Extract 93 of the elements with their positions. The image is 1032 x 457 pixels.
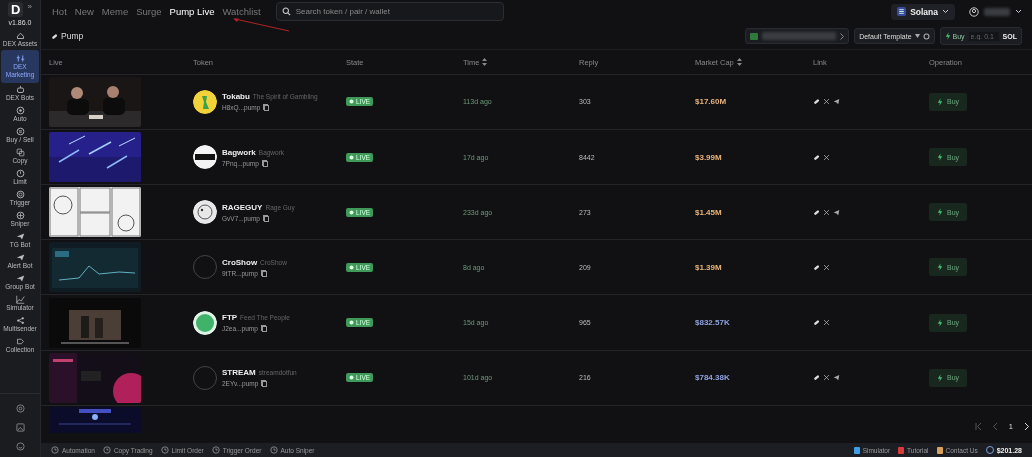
x-icon[interactable] xyxy=(823,153,830,161)
chevron-icon xyxy=(840,32,845,40)
copy-icon[interactable] xyxy=(261,380,268,388)
pill-icon[interactable] xyxy=(813,263,820,271)
copy-icon[interactable] xyxy=(261,159,268,167)
wallet-selector[interactable] xyxy=(745,28,850,45)
tag-icon xyxy=(15,337,25,346)
bolt-icon xyxy=(937,153,943,162)
x-icon[interactable] xyxy=(823,319,830,327)
copy-icon[interactable] xyxy=(263,104,270,112)
pill-icon[interactable] xyxy=(813,319,820,327)
token-name[interactable]: CroShow xyxy=(222,257,258,267)
chevron-icon[interactable] xyxy=(1015,9,1022,15)
crosshair-icon xyxy=(15,211,25,220)
square-icon xyxy=(936,446,943,454)
bolt-icon xyxy=(937,263,943,272)
chevron-icon xyxy=(942,9,949,15)
sort-icon[interactable] xyxy=(482,58,488,67)
share-icon xyxy=(15,316,25,325)
clock-icon xyxy=(211,446,220,455)
nav-tab[interactable]: New xyxy=(73,6,95,18)
home-icon xyxy=(15,31,25,40)
x-icon[interactable] xyxy=(823,208,830,216)
network-dropdown[interactable]: Solana xyxy=(891,3,955,20)
smiley-icon[interactable] xyxy=(15,442,25,451)
user-icon[interactable] xyxy=(969,6,979,17)
nav-tab[interactable]: Watchlist xyxy=(221,6,262,18)
image-icon[interactable] xyxy=(15,423,25,432)
bolt-icon xyxy=(937,373,943,382)
bolt-icon xyxy=(937,97,943,106)
nav-tab[interactable]: Hot xyxy=(51,6,68,18)
coin-icon xyxy=(985,446,994,455)
market-cap: $3.99M xyxy=(695,152,722,162)
nav-tab[interactable]: Meme xyxy=(100,6,130,18)
expand-toggle[interactable]: » xyxy=(27,2,32,11)
pill-icon[interactable] xyxy=(813,374,820,382)
pill-icon xyxy=(51,32,58,40)
market-cap: $784.38K xyxy=(695,373,730,383)
filter-label[interactable]: Pump xyxy=(51,31,84,42)
bolt-icon xyxy=(944,32,951,41)
pill-icon[interactable] xyxy=(813,153,820,161)
token-name[interactable]: Bagwork xyxy=(222,147,256,157)
send-icon[interactable] xyxy=(833,208,840,216)
copy-icon[interactable] xyxy=(260,269,267,277)
send-icon[interactable] xyxy=(833,374,840,382)
token-name[interactable]: FTP xyxy=(222,313,238,323)
search-field[interactable]: Search token / pair / wallet xyxy=(275,2,504,22)
send-icon xyxy=(15,274,25,283)
robot-icon xyxy=(15,85,25,94)
wallet-icon xyxy=(750,32,759,40)
send-icon xyxy=(15,253,25,262)
x-icon[interactable] xyxy=(823,263,830,271)
token-name[interactable]: STREAM xyxy=(222,368,256,378)
token-name[interactable]: RAGEGUY xyxy=(222,202,263,212)
ring-icon xyxy=(15,190,25,199)
previous-page-icon[interactable] xyxy=(991,422,999,430)
x-icon[interactable] xyxy=(823,98,830,106)
sort-icon[interactable] xyxy=(736,58,742,67)
settings-icon xyxy=(922,32,930,40)
bolt-icon xyxy=(937,208,943,217)
market-cap: $1.39M xyxy=(695,262,722,272)
caret-icon xyxy=(914,34,920,39)
square-icon xyxy=(853,446,860,454)
annotation-arrow xyxy=(231,17,291,32)
market-cap: $17.60M xyxy=(695,97,727,107)
copy-icon[interactable] xyxy=(260,325,267,333)
coin-icon xyxy=(897,7,907,17)
copy-icon[interactable] xyxy=(262,214,269,222)
nav-tab[interactable]: Pump Live xyxy=(168,6,216,18)
nav-tab[interactable]: Surge xyxy=(135,6,163,18)
next-page-icon[interactable] xyxy=(1023,422,1030,430)
clock-icon xyxy=(15,169,25,178)
x-icon[interactable] xyxy=(823,374,830,382)
send-icon[interactable] xyxy=(833,98,840,106)
square-icon xyxy=(898,446,905,454)
blurred-account xyxy=(984,7,1010,16)
target-icon xyxy=(15,106,25,115)
pill-icon[interactable] xyxy=(813,208,820,216)
market-cap: $832.57K xyxy=(695,318,730,328)
clock-icon xyxy=(102,446,111,455)
settings-icon[interactable] xyxy=(15,404,25,413)
app-logo[interactable]: D xyxy=(8,2,24,17)
clock-icon xyxy=(269,446,278,455)
market-cap: $1.45M xyxy=(695,207,722,217)
clock-icon xyxy=(51,446,59,455)
send-icon xyxy=(15,232,25,241)
bolt-icon xyxy=(937,318,943,327)
copy-icon xyxy=(15,148,25,157)
chart-icon xyxy=(15,295,25,304)
first-page-icon[interactable] xyxy=(974,422,982,430)
token-name[interactable]: Tokabu xyxy=(222,92,250,102)
pill-icon[interactable] xyxy=(813,98,820,106)
clock-icon xyxy=(160,446,169,455)
